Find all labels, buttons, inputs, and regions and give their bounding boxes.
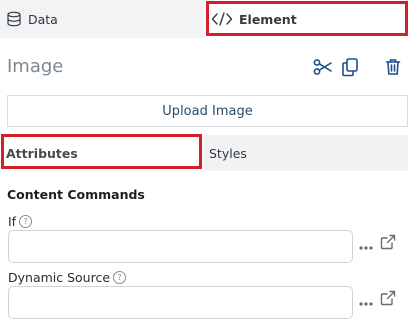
dynamic-source-more-button[interactable] — [359, 294, 373, 306]
tab-attributes[interactable]: Attributes — [0, 135, 203, 171]
more-horizontal-icon — [359, 235, 373, 254]
copy-button[interactable] — [339, 58, 361, 80]
content-commands-heading: Content Commands — [7, 187, 145, 202]
cut-button[interactable] — [312, 58, 334, 80]
scissors-icon — [313, 58, 333, 80]
external-link-icon — [380, 290, 396, 310]
trash-icon — [385, 58, 401, 80]
tab-element-label: Element — [239, 11, 297, 27]
dynamic-source-open-editor-button[interactable] — [380, 290, 396, 310]
dynamic-source-label-text: Dynamic Source — [8, 270, 111, 285]
if-more-button[interactable] — [359, 238, 373, 250]
database-icon — [6, 11, 22, 27]
tab-data-label: Data — [28, 11, 58, 27]
external-link-icon — [380, 234, 396, 254]
more-horizontal-icon — [359, 291, 373, 310]
if-input[interactable] — [8, 230, 353, 263]
if-open-editor-button[interactable] — [380, 234, 396, 254]
dynamic-source-label: Dynamic Source ? — [8, 270, 127, 285]
delete-button[interactable] — [382, 58, 404, 80]
tab-data[interactable]: Data — [0, 0, 205, 38]
tab-styles[interactable]: Styles — [209, 135, 247, 171]
code-icon — [211, 11, 233, 27]
tab-element[interactable]: Element — [205, 0, 414, 38]
dynamic-source-input[interactable] — [8, 286, 353, 319]
panel-title: Image — [7, 56, 64, 77]
upload-image-button[interactable]: Upload Image — [7, 95, 408, 127]
copy-icon — [340, 57, 360, 81]
help-icon[interactable]: ? — [19, 215, 33, 228]
if-label: If ? — [8, 214, 33, 229]
help-icon[interactable]: ? — [113, 271, 127, 284]
if-label-text: If — [8, 214, 17, 229]
